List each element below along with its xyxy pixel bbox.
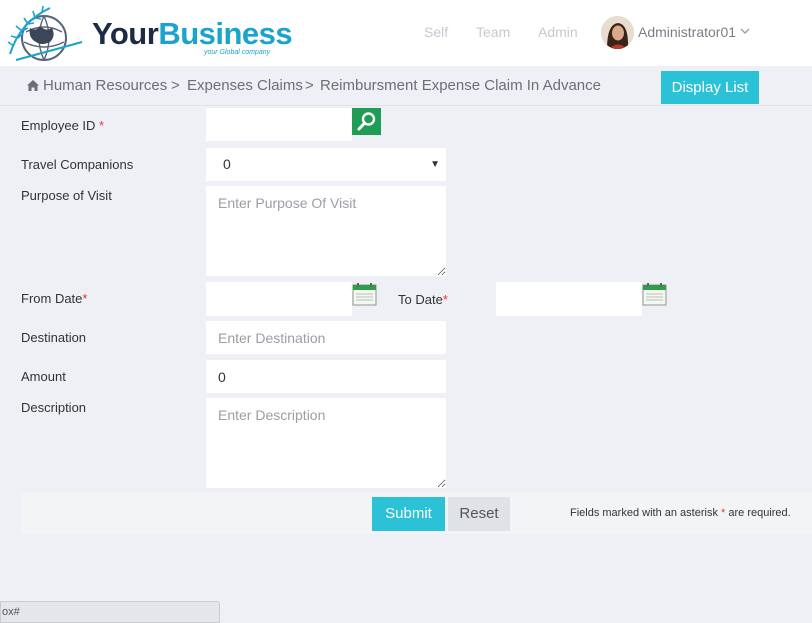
calendar-icon[interactable] bbox=[642, 283, 667, 306]
required-note-text: Fields marked with an asterisk bbox=[570, 507, 718, 519]
breadcrumb-separator: > bbox=[171, 77, 180, 94]
brand-tagline: your Global company bbox=[204, 49, 271, 56]
to-date-label: To Date* bbox=[398, 292, 448, 307]
brand-name-part2: Business bbox=[158, 16, 293, 51]
required-asterisk: * bbox=[99, 118, 105, 133]
user-menu[interactable]: Administrator01 bbox=[638, 24, 736, 40]
required-note-text-end: are required. bbox=[728, 507, 791, 519]
brand-name-part1: Your bbox=[92, 16, 159, 51]
required-asterisk: * bbox=[442, 292, 448, 307]
amount-input[interactable] bbox=[206, 360, 446, 393]
nav-admin[interactable]: Admin bbox=[538, 24, 578, 40]
nav-team[interactable]: Team bbox=[476, 24, 510, 40]
chevron-down-icon[interactable] bbox=[740, 24, 750, 38]
from-date-label: From Date* bbox=[21, 291, 87, 306]
calendar-icon[interactable] bbox=[352, 283, 377, 306]
to-date-label-text: To Date bbox=[398, 292, 443, 307]
travel-companions-value: 0 bbox=[223, 156, 231, 172]
avatar[interactable] bbox=[601, 16, 634, 49]
to-date-input[interactable] bbox=[496, 282, 642, 316]
destination-label: Destination bbox=[21, 330, 87, 345]
destination-input[interactable] bbox=[206, 321, 446, 354]
home-icon[interactable] bbox=[26, 79, 40, 92]
employee-id-label: Employee ID * bbox=[21, 118, 104, 133]
breadcrumb: Human Resources > Expenses Claims > Reim… bbox=[0, 66, 812, 106]
display-list-button[interactable]: Display List bbox=[661, 71, 759, 104]
employee-id-input[interactable] bbox=[206, 108, 352, 141]
top-header: YourBusiness your Global company Self Te… bbox=[0, 0, 812, 66]
from-date-input[interactable] bbox=[206, 282, 352, 316]
search-icon bbox=[357, 112, 376, 131]
required-asterisk: * bbox=[82, 291, 88, 306]
brand-name: YourBusiness bbox=[92, 16, 293, 52]
travel-companions-select[interactable]: 0 ▼ bbox=[206, 148, 446, 181]
purpose-label: Purpose of Visit bbox=[21, 188, 112, 203]
travel-companions-label: Travel Companions bbox=[21, 157, 134, 172]
browser-status-bar: ox# bbox=[0, 601, 220, 623]
user-avatar-icon bbox=[601, 16, 634, 49]
employee-id-label-text: Employee ID bbox=[21, 118, 96, 133]
nav-self[interactable]: Self bbox=[424, 24, 448, 40]
amount-label: Amount bbox=[21, 369, 66, 384]
reset-button[interactable]: Reset bbox=[448, 497, 510, 531]
required-asterisk: * bbox=[721, 507, 726, 519]
submit-button[interactable]: Submit bbox=[372, 497, 445, 531]
select-caret-icon: ▼ bbox=[430, 159, 440, 170]
required-fields-note: Fields marked with an asterisk * are req… bbox=[570, 507, 791, 519]
employee-search-button[interactable] bbox=[352, 108, 381, 135]
breadcrumb-separator: > bbox=[305, 77, 314, 94]
brand-logo[interactable]: YourBusiness your Global company bbox=[6, 2, 293, 64]
description-label: Description bbox=[21, 400, 87, 415]
breadcrumb-expenses-claims[interactable]: Expenses Claims bbox=[187, 77, 303, 94]
purpose-textarea[interactable] bbox=[206, 186, 446, 276]
globe-logo-icon bbox=[7, 5, 83, 61]
from-date-label-text: From Date bbox=[21, 291, 83, 306]
breadcrumb-current-page: Reimbursment Expense Claim In Advance bbox=[320, 77, 601, 94]
breadcrumb-human-resources[interactable]: Human Resources bbox=[43, 77, 167, 94]
description-textarea[interactable] bbox=[206, 398, 446, 488]
